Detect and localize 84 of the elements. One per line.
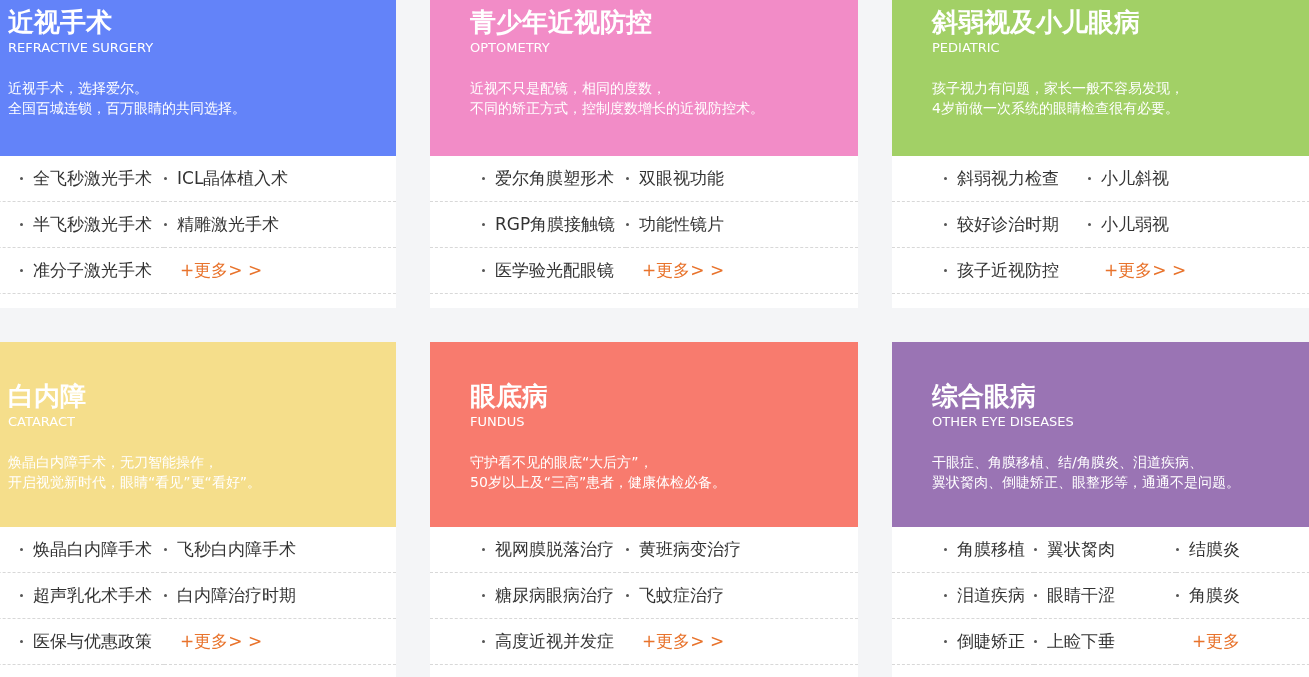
topic-link[interactable]: 角膜炎: [1176, 584, 1240, 607]
bullet-icon: [164, 594, 167, 597]
topic-link[interactable]: 精雕激光手术: [164, 213, 279, 236]
topic-link[interactable]: 全飞秒激光手术: [20, 167, 152, 190]
topic-link[interactable]: 糖尿病眼病治疗: [482, 584, 614, 607]
bullet-icon: [944, 269, 947, 272]
topic-link[interactable]: 白内障治疗时期: [164, 584, 296, 607]
category-description: 近视手术，选择爱尔。 全国百城连锁，百万眼睛的共同选择。: [8, 79, 247, 118]
bullet-icon: [626, 548, 629, 551]
bullet-icon: [20, 594, 23, 597]
topic-link[interactable]: 眼睛干涩: [1034, 584, 1115, 607]
bullet-icon: [1088, 223, 1091, 226]
category-title: 近视手术: [8, 6, 113, 39]
topic-link[interactable]: 爱尔角膜塑形术: [482, 167, 614, 190]
bullet-icon: [944, 223, 947, 226]
topic-link[interactable]: 斜弱视力检查: [944, 167, 1059, 190]
category-title: 眼底病: [470, 380, 549, 413]
topic-link[interactable]: 飞蚊症治疗: [626, 584, 724, 607]
bullet-icon: [626, 594, 629, 597]
topic-link[interactable]: 半飞秒激光手术: [20, 213, 152, 236]
topic-link[interactable]: 上睑下垂: [1034, 630, 1115, 653]
category-subtitle: FUNDUS: [470, 414, 526, 430]
topic-link[interactable]: 超声乳化术手术: [20, 584, 152, 607]
bullet-icon: [1034, 548, 1037, 551]
bullet-icon: [20, 640, 23, 643]
category-title: 综合眼病: [932, 380, 1037, 413]
category-description: 焕晶白内障手术，无刀智能操作， 开启视觉新时代，眼睛“看见”更“看好”。: [8, 453, 262, 492]
category-title: 青少年近视防控: [470, 6, 653, 39]
category-description: 守护看不见的眼底“大后方”， 50岁以上及“三高”患者，健康体检必备。: [470, 453, 728, 492]
bullet-icon: [944, 548, 947, 551]
topic-link[interactable]: 医保与优惠政策: [20, 630, 152, 653]
topic-link[interactable]: 小儿弱视: [1088, 213, 1169, 236]
category-title: 斜弱视及小儿眼病: [932, 6, 1141, 39]
category-subtitle: REFRACTIVE SURGERY: [8, 40, 155, 56]
bullet-icon: [626, 177, 629, 180]
topic-link[interactable]: 较好诊治时期: [944, 213, 1059, 236]
bullet-icon: [944, 640, 947, 643]
bullet-icon: [1176, 594, 1179, 597]
category-description: 近视不只是配镜，相同的度数， 不同的矫正方式，控制度数增长的近视防控术。: [470, 79, 765, 118]
category-subtitle: OPTOMETRY: [470, 40, 551, 56]
bullet-icon: [482, 223, 485, 226]
bullet-icon: [20, 269, 23, 272]
category-title: 白内障: [8, 380, 87, 413]
bullet-icon: [20, 548, 23, 551]
topic-link[interactable]: 角膜移植: [944, 538, 1025, 561]
topic-link[interactable]: 飞秒白内障手术: [164, 538, 296, 561]
topic-link[interactable]: 孩子近视防控: [944, 259, 1059, 282]
bullet-icon: [20, 223, 23, 226]
category-description: 孩子视力有问题，家长一般不容易发现， 4岁前做一次系统的眼睛检查很有必要。: [932, 79, 1185, 118]
category-subtitle: OTHER EYE DISEASES: [932, 414, 1075, 430]
topic-link[interactable]: 视网膜脱落治疗: [482, 538, 614, 561]
bullet-icon: [164, 548, 167, 551]
category-subtitle: CATARACT: [8, 414, 76, 430]
bullet-icon: [626, 223, 629, 226]
topic-link[interactable]: 翼状胬肉: [1034, 538, 1115, 561]
bullet-icon: [482, 177, 485, 180]
bullet-icon: [1034, 640, 1037, 643]
topic-link[interactable]: 高度近视并发症: [482, 630, 614, 653]
topic-link[interactable]: 双眼视功能: [626, 167, 724, 190]
bullet-icon: [164, 177, 167, 180]
topic-link[interactable]: 黄班病变治疗: [626, 538, 741, 561]
category-subtitle: PEDIATRIC: [932, 40, 1001, 56]
topic-link[interactable]: 医学验光配眼镜: [482, 259, 614, 282]
bullet-icon: [482, 640, 485, 643]
topic-link[interactable]: RGP角膜接触镜: [482, 213, 616, 236]
topic-link[interactable]: 小儿斜视: [1088, 167, 1169, 190]
category-description: 干眼症、角膜移植、结/角膜炎、泪道疾病、 翼状胬肉、倒睫矫正、眼整形等，通通不是问题。: [932, 453, 1241, 492]
topic-link[interactable]: 泪道疾病: [944, 584, 1025, 607]
bullet-icon: [944, 594, 947, 597]
bullet-icon: [20, 177, 23, 180]
bullet-icon: [482, 548, 485, 551]
topic-link[interactable]: 结膜炎: [1176, 538, 1240, 561]
bullet-icon: [482, 269, 485, 272]
topic-link[interactable]: 倒睫矫正: [944, 630, 1025, 653]
bullet-icon: [482, 594, 485, 597]
bullet-icon: [944, 177, 947, 180]
topic-link[interactable]: 焕晶白内障手术: [20, 538, 152, 561]
bullet-icon: [1176, 548, 1179, 551]
bullet-icon: [1034, 594, 1037, 597]
topic-link[interactable]: 功能性镜片: [626, 213, 724, 236]
bullet-icon: [164, 223, 167, 226]
bullet-icon: [1088, 177, 1091, 180]
topic-link[interactable]: ICL晶体植入术: [164, 167, 289, 190]
topic-link[interactable]: 准分子激光手术: [20, 259, 152, 282]
